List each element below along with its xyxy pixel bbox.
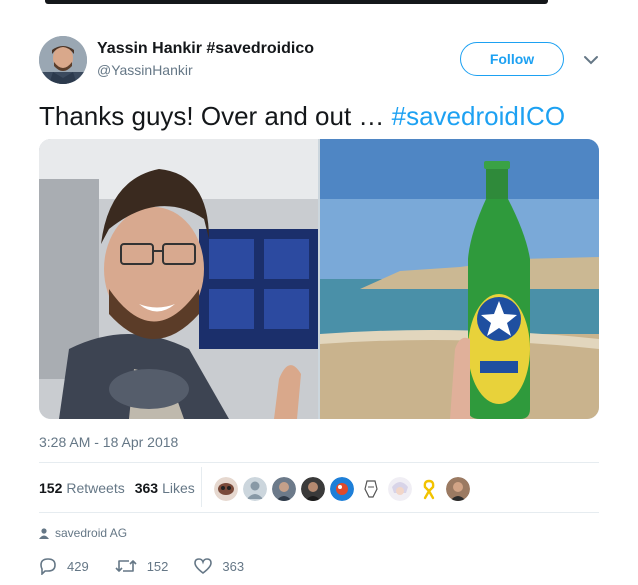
hashtag-link[interactable]: #savedroidICO [392, 101, 565, 131]
liker-avatar-icon [272, 477, 296, 501]
retweets-label: Retweets [66, 480, 125, 496]
liker-avatar-icon [359, 477, 383, 501]
stats-divider-top [39, 462, 599, 463]
reply-icon [40, 558, 56, 575]
liker-avatar[interactable] [330, 477, 354, 501]
follow-button[interactable]: Follow [460, 42, 564, 76]
top-bar-strip [45, 0, 548, 4]
tweet-timestamp[interactable]: 3:28 AM - 18 Apr 2018 [39, 434, 178, 450]
likers-list [214, 477, 475, 501]
liker-avatar-icon [214, 477, 238, 501]
top-bar [0, 0, 638, 4]
selfie-airport-photo-icon [39, 139, 318, 419]
retweet-count: 152 [146, 558, 169, 574]
tweet-text: Thanks guys! Over and out … #savedroidIC… [39, 100, 565, 132]
media-photo-beach[interactable] [320, 139, 599, 419]
profile-photo-icon [39, 36, 87, 84]
user-header: Yassin Hankir #savedroidico @YassinHanki… [97, 40, 314, 78]
liker-avatar[interactable] [417, 477, 441, 501]
liker-avatar-icon [388, 477, 412, 501]
liker-avatar[interactable] [446, 477, 470, 501]
liker-avatar[interactable] [272, 477, 296, 501]
retweets-stat[interactable]: 152 Retweets [39, 480, 125, 496]
chevron-down-icon[interactable] [583, 52, 599, 68]
liker-avatar[interactable] [301, 477, 325, 501]
tweet-text-body: Thanks guys! Over and out … [39, 101, 392, 131]
stats-divider-bottom [39, 512, 599, 513]
display-name[interactable]: Yassin Hankir #savedroidico [97, 40, 314, 58]
liker-avatar-icon [446, 477, 470, 501]
liker-avatar-icon [301, 477, 325, 501]
reply-count: 429 [67, 558, 89, 574]
liker-avatar[interactable] [359, 477, 383, 501]
tweet-actions: 429 152 363 [39, 556, 270, 576]
liker-avatar-icon [330, 477, 354, 501]
heart-icon [194, 558, 213, 575]
person-icon [39, 527, 49, 539]
liker-avatar[interactable] [388, 477, 412, 501]
user-handle[interactable]: @YassinHankir [97, 62, 314, 78]
likes-stat[interactable]: 363 Likes [135, 480, 195, 496]
likes-count: 363 [134, 480, 159, 496]
retweet-button[interactable]: 152 [115, 557, 169, 575]
liker-avatar[interactable] [243, 477, 267, 501]
tweet-stats: 152 Retweets 363 Likes [39, 477, 205, 499]
avatar[interactable] [39, 36, 87, 84]
media-grid [39, 139, 599, 419]
likes-label: Likes [162, 480, 195, 496]
stats-separator [201, 467, 202, 507]
source-label[interactable]: savedroid AG [55, 526, 127, 540]
like-button[interactable]: 363 [194, 557, 244, 575]
retweet-icon [115, 560, 137, 572]
like-count: 363 [222, 558, 245, 574]
liker-avatar-icon [243, 477, 267, 501]
liker-avatar[interactable] [214, 477, 238, 501]
beer-bottle-beach-photo-icon [320, 139, 599, 419]
retweets-count: 152 [39, 480, 63, 496]
ribbon-icon [417, 477, 441, 501]
reply-button[interactable]: 429 [39, 557, 89, 575]
media-photo-selfie[interactable] [39, 139, 318, 419]
tweet-source: savedroid AG [39, 526, 127, 540]
